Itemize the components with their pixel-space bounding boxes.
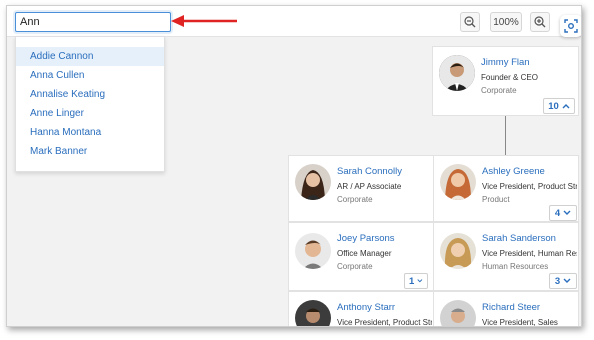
- org-connector-line: [505, 116, 506, 156]
- employee-card[interactable]: Joey Parsons Office Manager Corporate 1: [288, 222, 434, 291]
- employee-title: Office Manager: [337, 249, 392, 258]
- focus-icon: [564, 19, 578, 33]
- employee-department: Corporate: [337, 195, 373, 204]
- employee-title: Vice President, Human Res...: [482, 249, 577, 258]
- suggestion-item[interactable]: Mark Banner: [16, 142, 164, 161]
- employee-department: Human Resources: [482, 262, 549, 271]
- employee-card[interactable]: Jimmy Flan Founder & CEO Corporate 10: [432, 46, 579, 116]
- chevron-up-icon: [562, 104, 570, 109]
- suggestion-item[interactable]: Anne Linger: [16, 104, 164, 123]
- employee-title: AR / AP Associate: [337, 182, 402, 191]
- expand-reports-button[interactable]: 3: [549, 273, 577, 289]
- recenter-button[interactable]: [560, 15, 581, 37]
- employee-title: Vice President, Product Str...: [337, 318, 432, 327]
- red-arrow-annotation: [171, 15, 237, 27]
- avatar: [440, 164, 476, 200]
- avatar: [440, 300, 476, 326]
- employee-card[interactable]: Sarah Connolly AR / AP Associate Corpora…: [288, 155, 434, 222]
- employee-department: Corporate: [481, 86, 517, 95]
- report-count: 4: [554, 207, 561, 219]
- employee-title: Vice President, Sales: [482, 318, 558, 327]
- suggestion-item[interactable]: Hanna Montana: [16, 123, 164, 142]
- employee-name[interactable]: Sarah Sanderson: [482, 233, 556, 244]
- chevron-down-icon: [563, 278, 571, 283]
- employee-name[interactable]: Sarah Connolly: [337, 166, 402, 177]
- employee-title: Founder & CEO: [481, 73, 538, 82]
- zoom-out-button[interactable]: [460, 12, 480, 32]
- employee-card[interactable]: Anthony Starr Vice President, Product St…: [288, 291, 434, 327]
- employee-department: Corporate: [337, 262, 373, 271]
- avatar: [295, 300, 331, 326]
- employee-card[interactable]: Sarah Sanderson Vice President, Human Re…: [433, 222, 579, 291]
- employee-title: Vice President, Product Str...: [482, 182, 577, 191]
- zoom-in-icon: [534, 16, 546, 28]
- zoom-in-button[interactable]: [530, 12, 550, 32]
- employee-department: Product: [482, 195, 510, 204]
- employee-name[interactable]: Richard Steer: [482, 302, 540, 313]
- avatar: [440, 233, 476, 269]
- avatar: [295, 164, 331, 200]
- report-count: 1: [409, 275, 415, 287]
- suggestion-item[interactable]: Anna Cullen: [16, 66, 164, 85]
- employee-name[interactable]: Jimmy Flan: [481, 57, 530, 68]
- expand-reports-button[interactable]: 1: [404, 273, 428, 289]
- collapse-reports-button[interactable]: 10: [543, 98, 575, 114]
- report-count: 10: [548, 100, 559, 112]
- suggestion-item[interactable]: Annalise Keating: [16, 85, 164, 104]
- suggestion-item[interactable]: Addie Cannon: [16, 47, 164, 66]
- expand-reports-button[interactable]: 4: [549, 205, 577, 221]
- zoom-level[interactable]: 100%: [490, 12, 522, 32]
- employee-name[interactable]: Ashley Greene: [482, 166, 545, 177]
- search-input[interactable]: [15, 12, 171, 32]
- chevron-down-icon: [417, 279, 423, 283]
- chevron-down-icon: [563, 210, 571, 215]
- toolbar: 100%: [7, 6, 581, 37]
- employee-card[interactable]: Ashley Greene Vice President, Product St…: [433, 155, 579, 222]
- org-chart-window: 100% Addie Cannon Anna Cullen Annalise K…: [6, 5, 582, 327]
- employee-name[interactable]: Joey Parsons: [337, 233, 395, 244]
- search-suggestions: Addie Cannon Anna Cullen Annalise Keatin…: [15, 36, 165, 172]
- report-count: 3: [554, 275, 561, 287]
- employee-name[interactable]: Anthony Starr: [337, 302, 395, 313]
- employee-card[interactable]: Richard Steer Vice President, Sales: [433, 291, 579, 327]
- zoom-out-icon: [464, 16, 476, 28]
- avatar: [439, 55, 475, 91]
- avatar: [295, 233, 331, 269]
